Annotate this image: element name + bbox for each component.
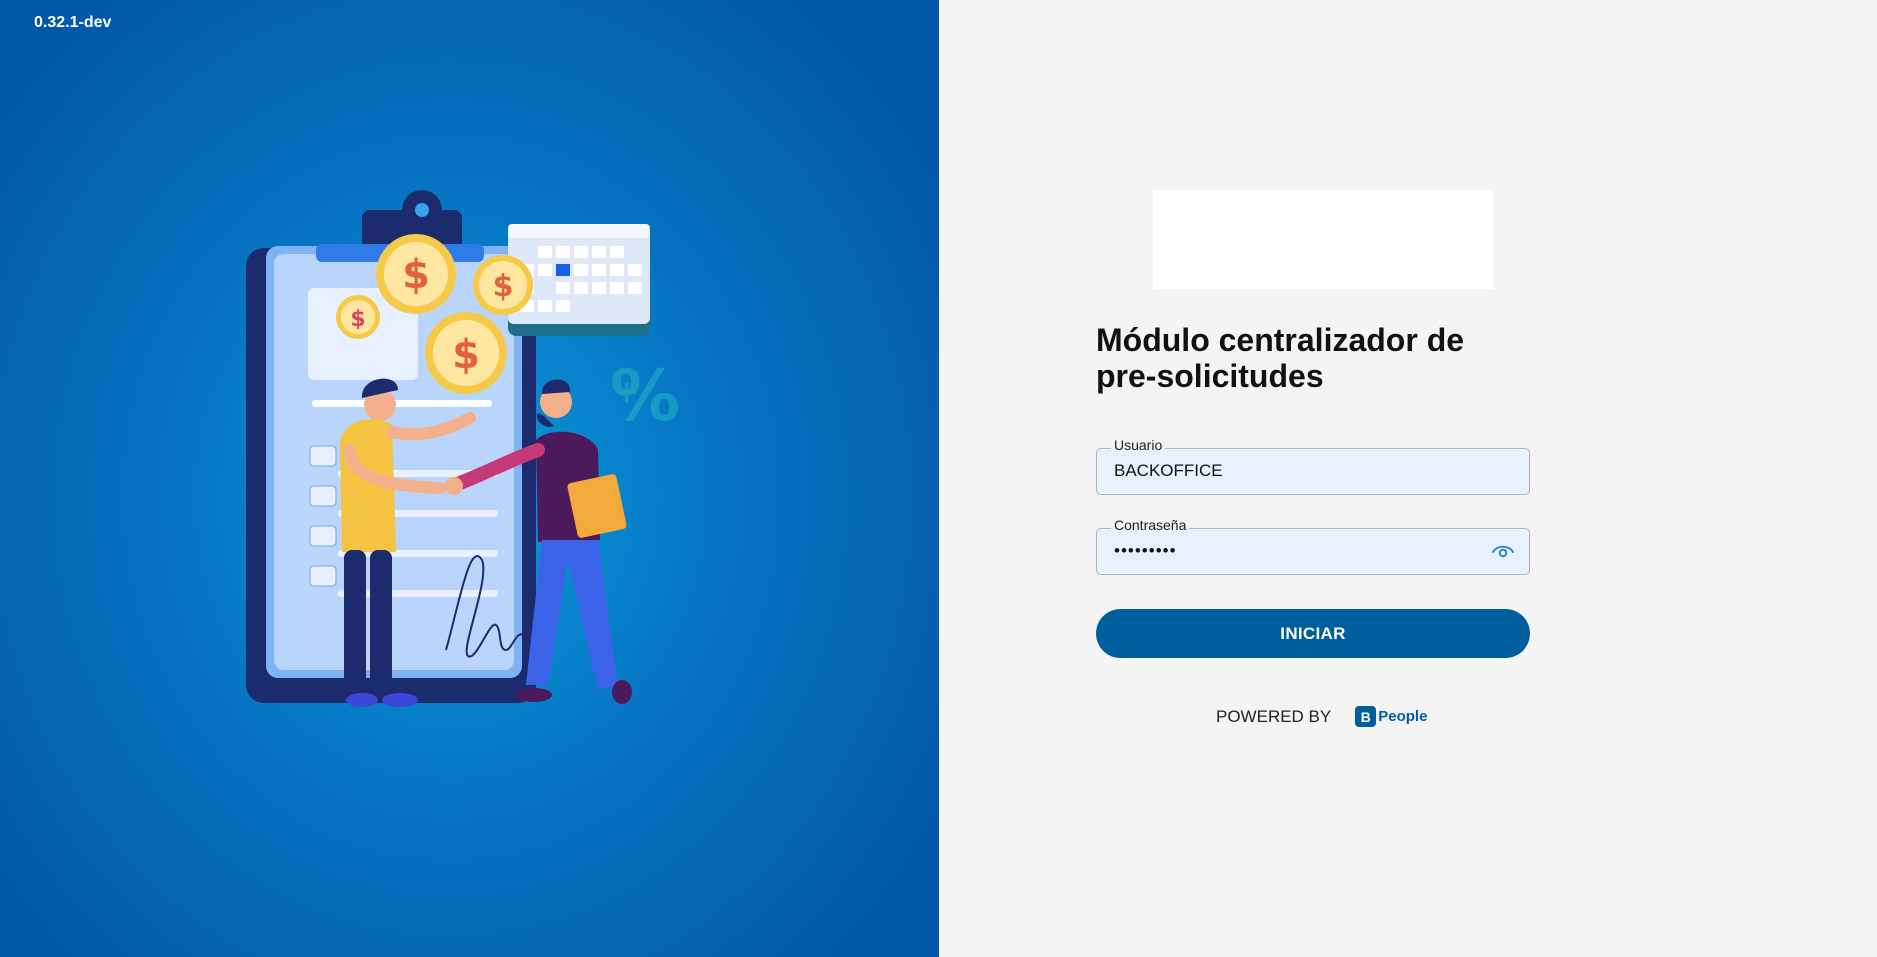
login-panel: Módulo centralizador de pre-solicitudes … — [939, 0, 1877, 957]
username-field[interactable]: Usuario — [1096, 437, 1530, 495]
svg-text:$: $ — [350, 307, 365, 332]
login-page: 0.32.1-dev $ $ $ $ % + Módulo centraliza… — [0, 0, 1877, 957]
svg-text:$: $ — [452, 332, 480, 378]
password-field[interactable]: Contraseña — [1096, 517, 1530, 575]
title-line-1: Módulo centralizador de — [1096, 322, 1465, 358]
title-line-2: pre-solicitudes — [1096, 358, 1324, 394]
username-input[interactable] — [1114, 449, 1474, 493]
illustration-panel: 0.32.1-dev $ $ $ $ % + — [0, 0, 939, 957]
svg-text:$: $ — [493, 269, 514, 304]
svg-text:+: + — [614, 375, 639, 410]
brand-name: People — [1378, 708, 1428, 725]
svg-text:$: $ — [402, 252, 430, 298]
powered-by: POWERED BY B People — [1216, 706, 1427, 727]
brand-icon: B — [1355, 706, 1377, 727]
page-title: Módulo centralizador de pre-solicitudes — [1096, 322, 1536, 394]
powered-by-text: POWERED BY — [1216, 706, 1332, 726]
password-input[interactable] — [1114, 529, 1474, 573]
brand-logo: B People — [1355, 706, 1427, 727]
login-button[interactable]: INICIAR — [1096, 609, 1530, 658]
eye-icon[interactable] — [1491, 542, 1515, 560]
company-logo — [1153, 190, 1493, 289]
handshake-illustration: $ $ $ $ % + — [246, 190, 680, 707]
version-label: 0.32.1-dev — [34, 14, 112, 31]
